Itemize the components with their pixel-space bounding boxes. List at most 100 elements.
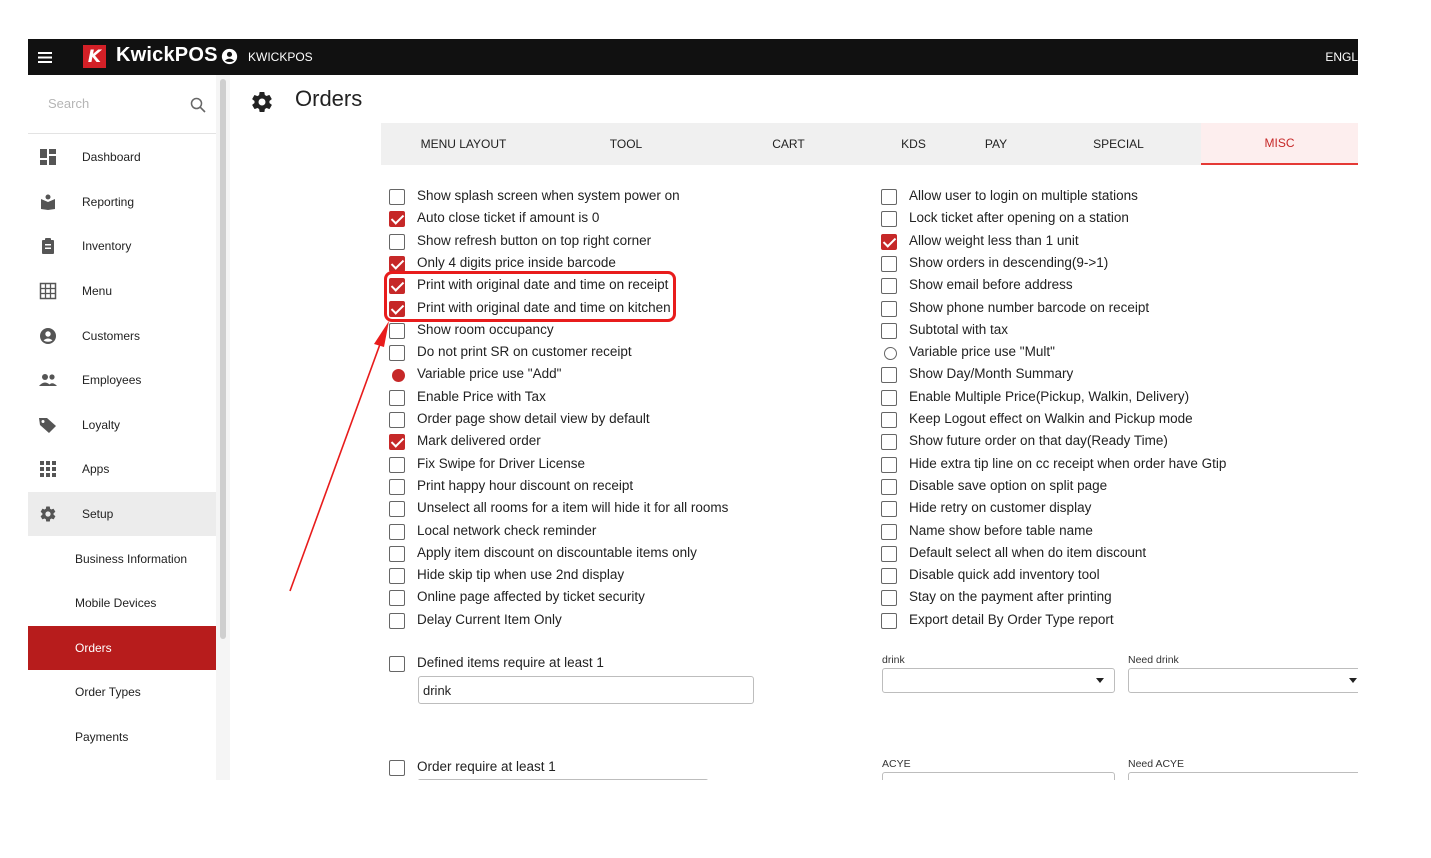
hamburger-menu-icon[interactable]: [28, 39, 62, 75]
option-checkbox[interactable]: [389, 523, 405, 540]
sidebar-item-employees[interactable]: Employees: [28, 358, 216, 403]
option-checkbox[interactable]: [389, 345, 405, 362]
gear-icon: [252, 91, 272, 113]
option-checkbox[interactable]: [881, 367, 897, 384]
option-checkbox[interactable]: [389, 456, 405, 473]
brand-name[interactable]: KwickPOS: [116, 44, 218, 67]
drink-select[interactable]: [882, 668, 1115, 693]
option-checkbox[interactable]: [881, 478, 897, 495]
loyalty-tag-icon: [38, 415, 58, 435]
option-checkbox[interactable]: [881, 434, 897, 451]
tab-kds[interactable]: KDS: [871, 123, 956, 165]
option-label: Show email before address: [909, 277, 1073, 293]
sidebar-item-label: Apps: [82, 462, 110, 477]
tab-tool[interactable]: TOOL: [546, 123, 706, 165]
tab-cart[interactable]: CART: [706, 123, 871, 165]
sidebar-subitem-orders[interactable]: Orders: [28, 625, 216, 671]
sidebar-item-dashboard[interactable]: Dashboard: [28, 135, 216, 180]
option-checkbox[interactable]: [389, 389, 405, 406]
order-require-label: Order require at least 1: [417, 759, 556, 774]
option-label: Hide extra tip line on cc receipt when o…: [909, 455, 1227, 471]
option-label: Variable price use "Mult": [909, 344, 1055, 360]
option-checkbox[interactable]: [389, 478, 405, 495]
sidebar-item-inventory[interactable]: Inventory: [28, 224, 216, 269]
option-label: Only 4 digits price inside barcode: [417, 254, 616, 270]
option-checkbox[interactable]: [881, 412, 897, 428]
chevron-down-icon: [1349, 678, 1357, 683]
order-require-input[interactable]: [418, 779, 708, 780]
order-require-checkbox[interactable]: [389, 760, 405, 776]
tab-special[interactable]: SPECIAL: [1036, 123, 1201, 165]
option-label: Mark delivered order: [417, 433, 541, 449]
option-label: Default select all when do item discount: [909, 544, 1147, 560]
sidebar-item-label: Menu: [82, 284, 113, 299]
sidebar-scrollbar[interactable]: [220, 79, 226, 639]
search-input[interactable]: [48, 96, 168, 111]
sidebar-item-customers[interactable]: Customers: [28, 313, 216, 358]
sidebar-item-menu[interactable]: Menu: [28, 269, 216, 314]
need-acye-select[interactable]: [1128, 772, 1358, 780]
option-checkbox[interactable]: [389, 590, 405, 607]
option-checkbox[interactable]: [881, 300, 897, 317]
option-checkbox[interactable]: [389, 233, 405, 250]
option-checkbox[interactable]: [881, 211, 897, 228]
tab-menu-layout[interactable]: MENU LAYOUT: [381, 123, 546, 165]
option-checkbox[interactable]: [881, 322, 897, 339]
option-label: Disable save option on split page: [909, 477, 1108, 493]
option-label: Lock ticket after opening on a station: [909, 210, 1129, 226]
option-checkbox[interactable]: [389, 501, 405, 518]
sidebar-subitem-order-types[interactable]: Order Types: [28, 670, 216, 715]
option-checkbox[interactable]: [389, 189, 405, 205]
option-checkbox[interactable]: [881, 612, 897, 629]
sidebar-subitem-payments[interactable]: Payments: [28, 715, 216, 760]
option-checkbox[interactable]: [881, 523, 897, 540]
option-checkbox[interactable]: [881, 189, 897, 205]
option-label: Show refresh button on top right corner: [417, 232, 652, 248]
need-drink-select[interactable]: [1128, 668, 1358, 693]
option-checkbox[interactable]: [881, 233, 897, 250]
tab-pay[interactable]: PAY: [956, 123, 1036, 165]
option-checkbox[interactable]: [881, 568, 897, 585]
sidebar-item-setup[interactable]: Setup: [28, 491, 216, 537]
customers-icon: [38, 326, 58, 346]
option-checkbox[interactable]: [389, 255, 405, 272]
user-name[interactable]: KWICKPOS: [248, 50, 313, 64]
defined-items-label: Defined items require at least 1: [417, 655, 604, 670]
inventory-icon: [38, 236, 58, 256]
option-radio[interactable]: [884, 347, 897, 361]
option-checkbox[interactable]: [881, 255, 897, 272]
sidebar-search: [28, 75, 216, 134]
option-checkbox[interactable]: [389, 322, 405, 339]
sidebar-subitem-mobile-devices[interactable]: Mobile Devices: [28, 581, 216, 626]
option-checkbox[interactable]: [389, 612, 405, 629]
option-checkbox[interactable]: [881, 278, 897, 295]
sidebar-item-label: Dashboard: [82, 150, 141, 165]
brand-logo[interactable]: K: [83, 45, 106, 68]
search-icon[interactable]: [190, 97, 206, 113]
tab-misc[interactable]: MISC: [1201, 123, 1358, 165]
defined-items-input[interactable]: [418, 676, 754, 704]
option-radio[interactable]: [392, 369, 405, 383]
acye-select[interactable]: [882, 772, 1115, 780]
option-checkbox[interactable]: [881, 590, 897, 607]
account-circle-icon[interactable]: [221, 48, 238, 65]
option-label: Subtotal with tax: [909, 321, 1009, 337]
language-selector[interactable]: ENGL: [1325, 50, 1358, 64]
option-checkbox[interactable]: [389, 412, 405, 428]
option-checkbox[interactable]: [389, 568, 405, 585]
option-checkbox[interactable]: [881, 456, 897, 473]
option-checkbox[interactable]: [881, 545, 897, 562]
option-checkbox[interactable]: [389, 545, 405, 562]
option-checkbox[interactable]: [881, 501, 897, 518]
sidebar-item-reporting[interactable]: Reporting: [28, 180, 216, 225]
option-checkbox[interactable]: [389, 434, 405, 451]
sidebar-item-apps[interactable]: Apps: [28, 447, 216, 492]
need-acye-select-label: Need ACYE: [1128, 758, 1185, 770]
sidebar-item-loyalty[interactable]: Loyalty: [28, 403, 216, 448]
option-checkbox[interactable]: [881, 389, 897, 406]
option-label: Enable Multiple Price(Pickup, Walkin, De…: [909, 388, 1190, 404]
sidebar-subitem-business-information[interactable]: Business Information: [28, 536, 216, 581]
option-checkbox[interactable]: [389, 211, 405, 228]
option-label: Do not print SR on customer receipt: [417, 344, 632, 360]
defined-items-checkbox[interactable]: [389, 656, 405, 672]
